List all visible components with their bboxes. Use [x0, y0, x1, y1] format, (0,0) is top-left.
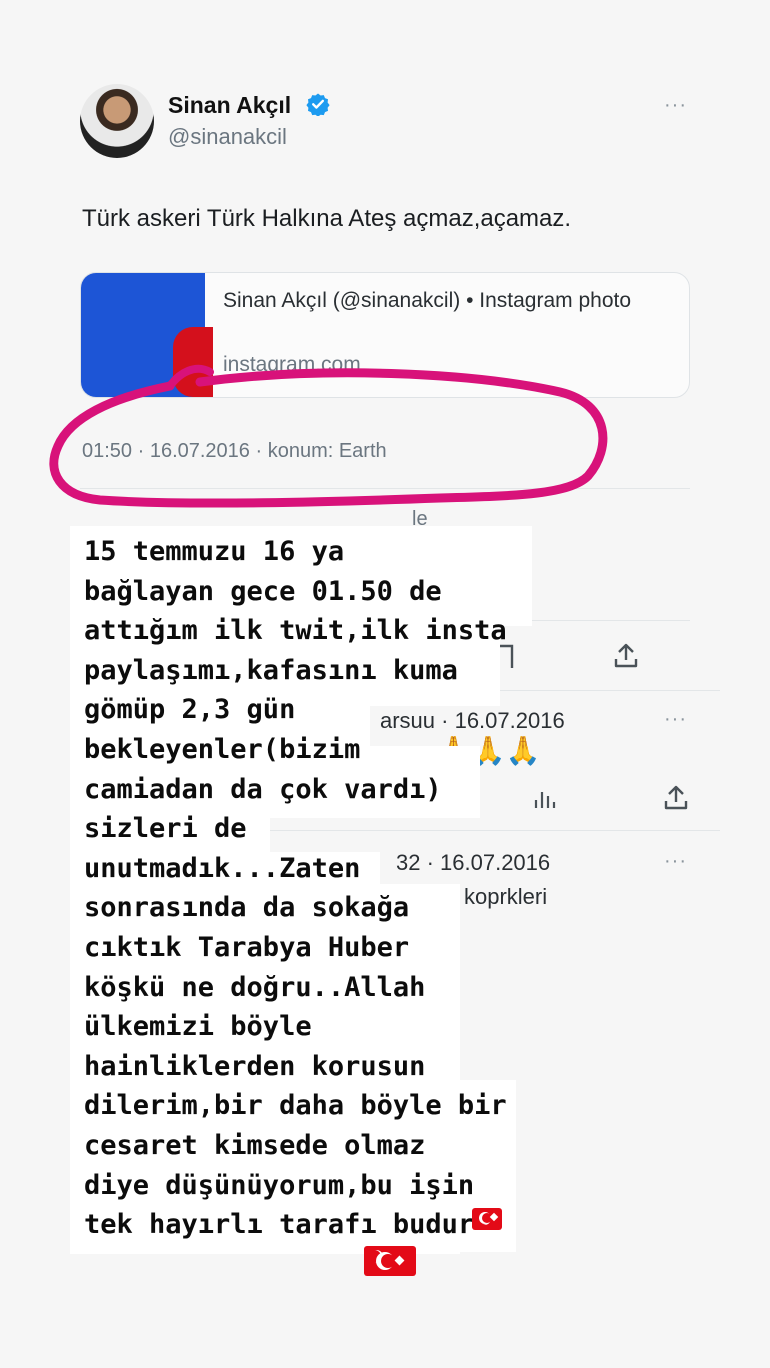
tweet-screenshot: Sinan Akçıl @sinanakcil ··· Türk askeri …: [0, 0, 770, 1368]
highlight-circle: [49, 364, 608, 508]
